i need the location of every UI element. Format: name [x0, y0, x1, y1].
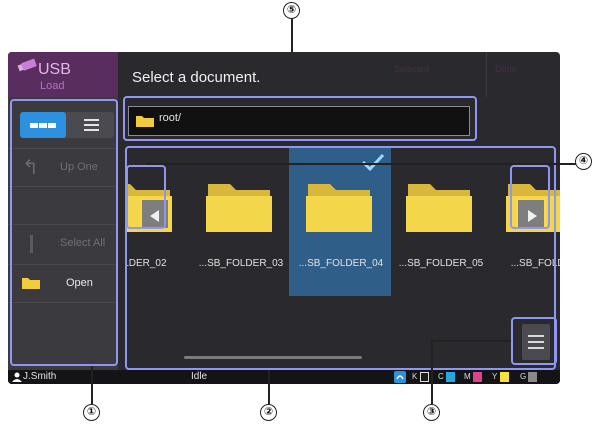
- frame-path: [123, 96, 477, 141]
- page-title: Select a document.: [132, 69, 261, 86]
- frame-sidebar: [10, 99, 118, 366]
- user-icon: [12, 372, 22, 382]
- toner-label-k: K: [412, 372, 418, 381]
- usb-load-header: USB Load: [8, 52, 118, 97]
- callout-2: ②: [260, 404, 277, 421]
- header-divider: [486, 52, 487, 97]
- callout-4-line: [146, 163, 576, 165]
- toner-label-m: M: [464, 372, 471, 381]
- callout-3-line-h: [431, 340, 511, 342]
- selected-label: Selected: [394, 64, 430, 74]
- toner-refresh-icon: [394, 371, 406, 383]
- toner-label-g: G: [520, 372, 527, 381]
- toner-label-y: Y: [492, 372, 498, 381]
- toner-label-c: C: [438, 372, 444, 381]
- usb-icon: [17, 58, 37, 72]
- toner-swatch-g: [528, 372, 537, 382]
- toner-swatch-y: [500, 372, 509, 382]
- app-subtitle: Load: [40, 80, 65, 92]
- frame-next: [510, 165, 550, 229]
- toner-swatch-k: [420, 372, 429, 382]
- done-button[interactable]: Done: [495, 64, 517, 74]
- machine-status: Idle: [191, 371, 208, 382]
- frame-prev: [126, 165, 166, 229]
- callout-5: ⑤: [283, 2, 300, 19]
- diagram-stage: ⑤ USB Load ↰ Up One Select All Open Sele…: [0, 0, 598, 425]
- toner-swatch-m: [473, 372, 482, 382]
- callout-1: ①: [83, 404, 100, 421]
- frame-file-area: [125, 146, 556, 370]
- callout-4: ④: [575, 153, 592, 170]
- toner-swatch-c: [446, 372, 455, 382]
- callout-2-line: [268, 370, 270, 404]
- callout-3: ③: [423, 404, 440, 421]
- user-name: J.Smith: [23, 371, 57, 382]
- callout-1-line: [91, 366, 93, 404]
- callout-3-line-v: [431, 340, 433, 404]
- frame-menu: [511, 317, 557, 365]
- app-title: USB: [38, 61, 71, 78]
